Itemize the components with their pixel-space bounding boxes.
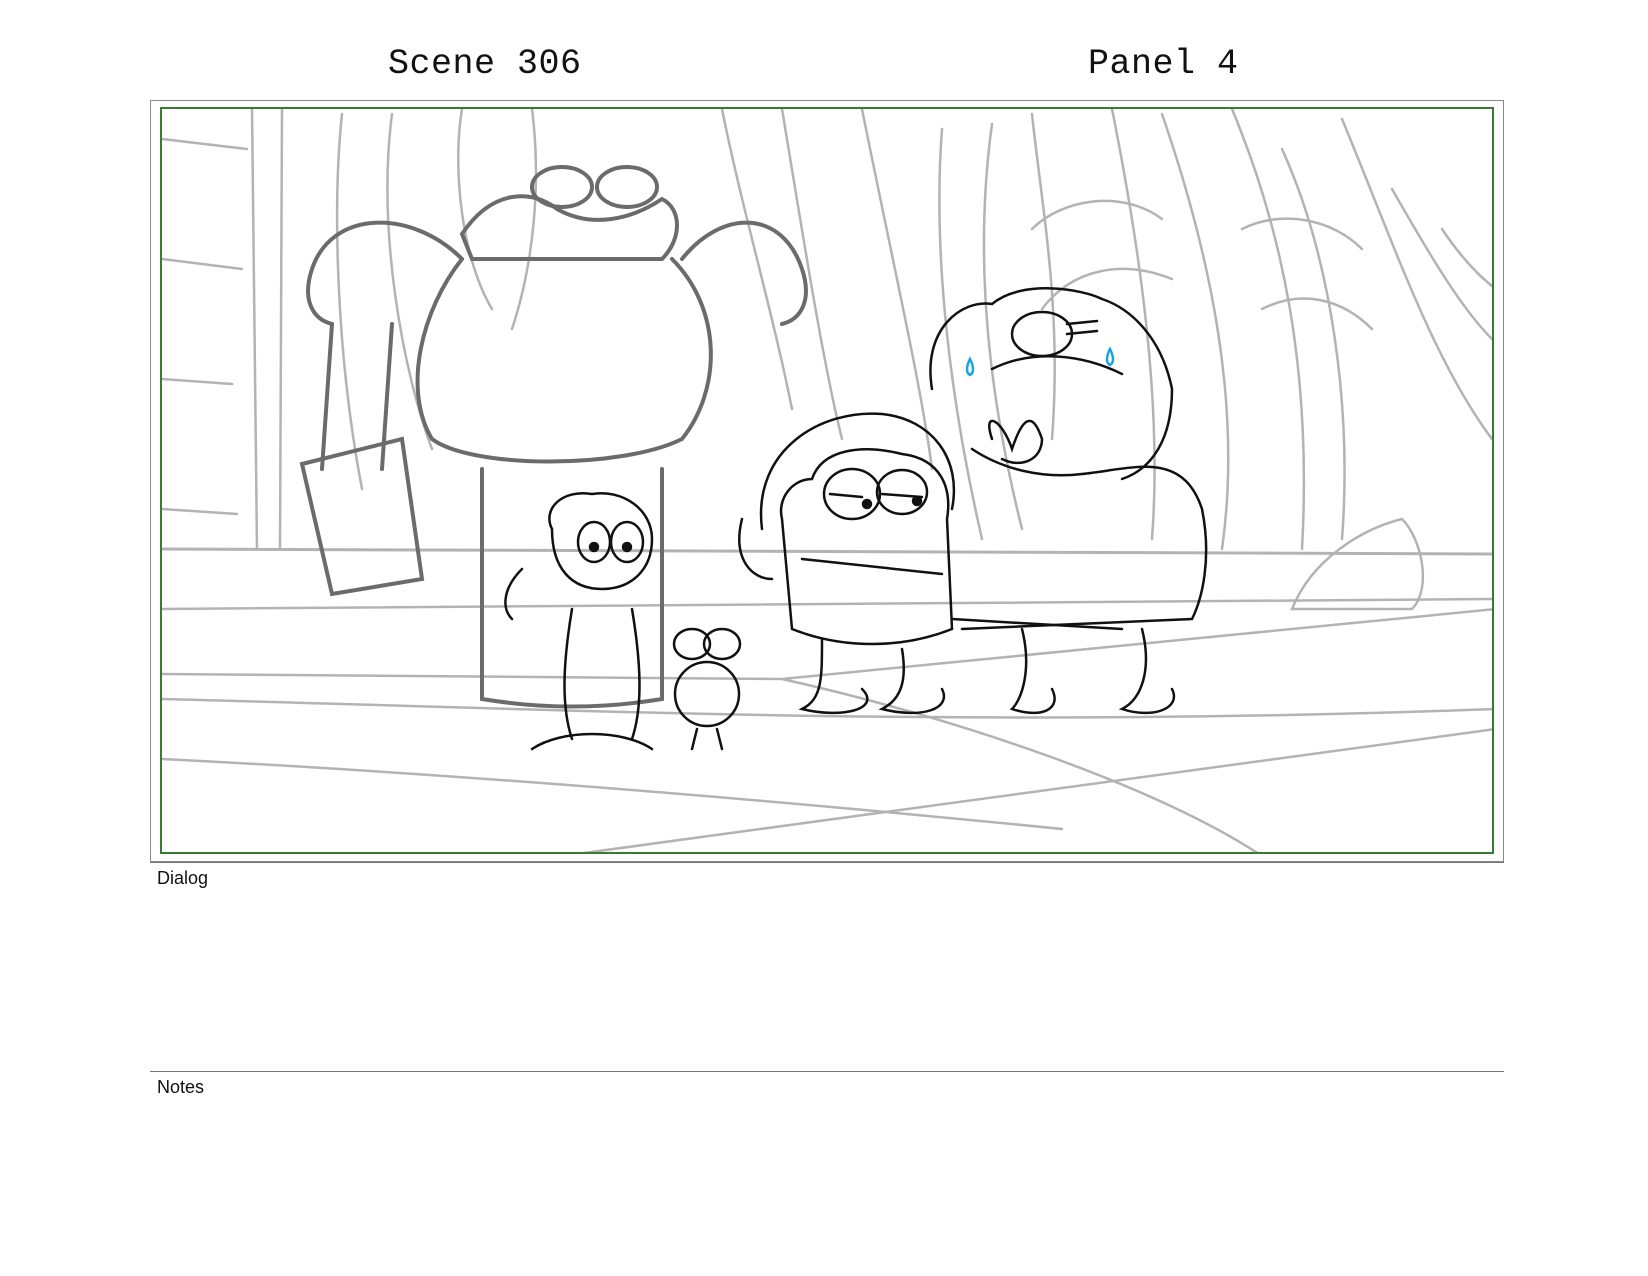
storyboard-sketch-icon: [162, 109, 1492, 852]
scene-label: Scene 306: [388, 44, 582, 84]
notes-label: Notes: [157, 1077, 205, 1097]
notes-divider: [150, 1071, 1504, 1072]
dialog-divider: [150, 862, 1504, 863]
panel-drawing: [160, 107, 1494, 854]
panel-label: Panel 4: [1088, 44, 1239, 84]
notes-text-area[interactable]: [150, 1104, 1504, 1264]
dialog-label: Dialog: [157, 868, 209, 888]
dialog-text-area[interactable]: [150, 895, 1504, 1065]
